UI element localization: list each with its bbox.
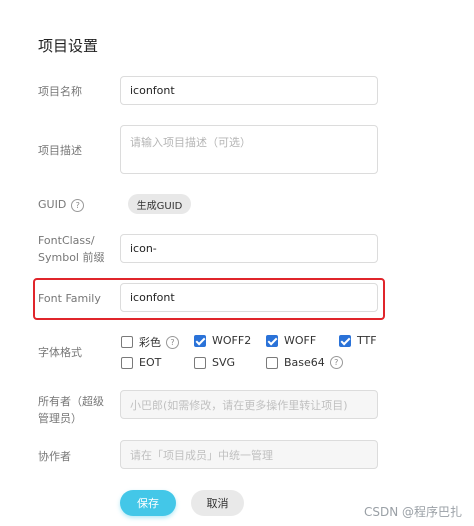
help-icon[interactable]: ? xyxy=(166,335,179,349)
checkbox-box[interactable] xyxy=(266,334,278,347)
help-icon[interactable]: ? xyxy=(71,198,85,212)
formats-label: 字体格式 xyxy=(38,346,82,359)
checkbox-box[interactable] xyxy=(339,334,351,347)
checkbox-label: EOT xyxy=(139,356,162,369)
help-icon[interactable]: ? xyxy=(329,356,343,369)
description-textarea[interactable]: 请输入项目描述（可选） xyxy=(120,125,378,174)
fontfamily-input[interactable]: iconfont xyxy=(120,283,378,312)
format-svg-checkbox[interactable]: SVG xyxy=(194,356,235,369)
owner-label-line2: 管理员） xyxy=(38,412,82,425)
fontclass-label-line2: Symbol 前缀 xyxy=(38,251,105,264)
checkbox-box[interactable] xyxy=(194,334,206,347)
fontfamily-label: Font Family xyxy=(38,292,101,305)
fontclass-label: FontClass/ Symbol 前缀 xyxy=(38,232,104,266)
owner-label-line1: 所有者（超级 xyxy=(38,395,104,408)
owner-label: 所有者（超级 管理员） xyxy=(38,393,104,427)
checkbox-label: TTF xyxy=(357,334,377,347)
fontclass-label-line1: FontClass/ xyxy=(38,234,95,247)
save-button[interactable]: 保存 xyxy=(120,490,176,516)
fontclass-input[interactable]: icon- xyxy=(120,234,378,263)
description-label: 项目描述 xyxy=(38,144,82,157)
cancel-button[interactable]: 取消 xyxy=(191,490,244,516)
checkbox-box[interactable] xyxy=(121,356,133,369)
checkbox-box[interactable] xyxy=(266,356,278,369)
name-label: 项目名称 xyxy=(38,85,82,98)
generate-guid-button[interactable]: 生成GUID xyxy=(128,194,191,214)
name-input[interactable]: iconfont xyxy=(120,76,378,105)
checkbox-label: WOFF xyxy=(284,334,317,347)
collaborators-input: 请在「项目成员」中统一管理 xyxy=(120,440,378,469)
format-color-checkbox[interactable]: 彩色 ? xyxy=(121,334,179,350)
format-ttf-checkbox[interactable]: TTF xyxy=(339,334,377,347)
collaborators-label: 协作者 xyxy=(38,450,71,463)
checkbox-label: SVG xyxy=(212,356,236,369)
checkbox-label: Base64 xyxy=(284,356,325,369)
owner-input: 小巴郎(如需修改，请在更多操作里转让项目) xyxy=(120,390,378,419)
watermark: CSDN @程序巴扎 xyxy=(363,505,462,519)
format-woff-checkbox[interactable]: WOFF xyxy=(266,334,316,347)
format-eot-checkbox[interactable]: EOT xyxy=(121,356,161,369)
format-base64-checkbox[interactable]: Base64 ? xyxy=(266,356,343,369)
guid-label-text: GUID xyxy=(38,198,67,211)
checkbox-box[interactable] xyxy=(194,356,206,369)
guid-label: GUID? xyxy=(38,196,85,213)
checkbox-box[interactable] xyxy=(121,336,133,348)
checkbox-label: 彩色 xyxy=(139,336,161,349)
page-title: 项目设置 xyxy=(38,37,99,55)
format-woff2-checkbox[interactable]: WOFF2 xyxy=(194,334,251,347)
checkbox-label: WOFF2 xyxy=(212,334,252,347)
